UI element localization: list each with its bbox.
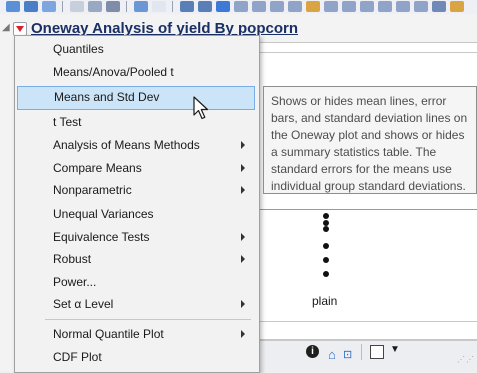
- menu-item-cdf-plot[interactable]: CDF Plot: [15, 346, 259, 369]
- info-icon[interactable]: i: [306, 345, 319, 358]
- toolbar-icon-12[interactable]: [234, 1, 248, 12]
- toolbar-icon-10[interactable]: [198, 1, 212, 12]
- menu-item-label: Analysis of Means Methods: [53, 138, 200, 152]
- menu-item-label: Set α Level: [53, 297, 114, 311]
- mouse-cursor-icon: [193, 96, 209, 120]
- menu-item-quantiles[interactable]: Quantiles: [15, 38, 259, 61]
- red-triangle-context-menu: Quantiles Means/Anova/Pooled t Means and…: [14, 35, 260, 373]
- toolbar-separator: [126, 1, 127, 12]
- toolbar-icon-21[interactable]: [396, 1, 410, 12]
- tooltip: Shows or hides mean lines, error bars, a…: [263, 86, 477, 194]
- checkbox-icon[interactable]: [370, 345, 384, 359]
- data-point: [323, 257, 329, 263]
- menu-item-equivalence-tests[interactable]: Equivalence Tests: [15, 226, 259, 249]
- toolbar-icon-4[interactable]: [70, 1, 84, 12]
- submenu-arrow-icon: [241, 233, 245, 241]
- mean-line: [255, 209, 477, 210]
- toolbar-icon-8[interactable]: [152, 1, 166, 12]
- toolbar-separator: [62, 1, 63, 12]
- toolbar-icon-24[interactable]: [450, 1, 464, 12]
- toolbar-icon-6[interactable]: [106, 1, 120, 12]
- disclosure-triangle-icon[interactable]: ◢: [2, 22, 10, 33]
- menu-item-normal-quantile-plot[interactable]: Normal Quantile Plot: [15, 323, 259, 346]
- menu-item-label: Equivalence Tests: [53, 230, 150, 244]
- menu-item-label: Unequal Variances: [53, 207, 154, 221]
- toolbar-icon-5[interactable]: [88, 1, 102, 12]
- toolbar-icon-19[interactable]: [360, 1, 374, 12]
- menu-item-means-and-std-dev[interactable]: Means and Std Dev: [17, 86, 255, 110]
- data-point: [323, 213, 329, 219]
- toolbar-icon-20[interactable]: [378, 1, 392, 12]
- toolbar-icon-16[interactable]: [306, 1, 320, 12]
- menu-item-label: Compare Means: [53, 161, 142, 175]
- red-triangle-menu-button[interactable]: [13, 22, 27, 36]
- toolbar-icon-1[interactable]: [6, 1, 20, 12]
- menu-item-label: t Test: [53, 115, 82, 129]
- status-caret-icon[interactable]: ▼: [390, 344, 400, 355]
- status-separator: [361, 344, 362, 360]
- toolbar-icon-11[interactable]: [216, 1, 230, 12]
- menu-item-compare-means[interactable]: Compare Means: [15, 157, 259, 180]
- toolbar-icon-23[interactable]: [432, 1, 446, 12]
- menu-item-t-test[interactable]: t Test: [15, 111, 259, 134]
- menu-item-label: Nonparametric: [53, 183, 132, 197]
- toolbar-icon-9[interactable]: [180, 1, 194, 12]
- submenu-arrow-icon: [241, 141, 245, 149]
- toolbar-icon-7[interactable]: [134, 1, 148, 12]
- red-triangle-icon: [16, 26, 24, 32]
- toolbar-icon-18[interactable]: [342, 1, 356, 12]
- data-point: [323, 271, 329, 277]
- toolbar-icon-2[interactable]: [24, 1, 38, 12]
- toolbar-icon-22[interactable]: [414, 1, 428, 12]
- toolbar-icon-15[interactable]: [288, 1, 302, 12]
- data-point: [323, 243, 329, 249]
- submenu-arrow-icon: [241, 255, 245, 263]
- menu-item-means-anova-pooled-t[interactable]: Means/Anova/Pooled t: [15, 61, 259, 84]
- menu-item-label: Robust: [53, 252, 92, 266]
- submenu-arrow-icon: [241, 186, 245, 194]
- menu-separator: [45, 319, 251, 320]
- submenu-arrow-icon: [241, 164, 245, 172]
- menu-item-label: Normal Quantile Plot: [53, 327, 164, 341]
- menu-item-label: Means and Std Dev: [54, 90, 160, 104]
- menu-item-robust[interactable]: Robust: [15, 248, 259, 271]
- home-icon[interactable]: ⌂: [328, 347, 336, 362]
- toolbar-icon-3[interactable]: [42, 1, 56, 12]
- top-toolbar: [0, 0, 477, 15]
- toolbar-separator: [172, 1, 173, 12]
- menu-item-set-alpha-level[interactable]: Set α Level: [15, 293, 259, 316]
- menu-item-label: Quantiles: [53, 42, 104, 56]
- export-icon[interactable]: ⊡: [343, 348, 352, 361]
- menu-item-label: Means/Anova/Pooled t: [53, 65, 174, 79]
- toolbar-icon-17[interactable]: [324, 1, 338, 12]
- status-bar: [255, 340, 477, 372]
- menu-item-label: CDF Plot: [53, 350, 102, 364]
- menu-item-nonparametric[interactable]: Nonparametric: [15, 179, 259, 202]
- submenu-arrow-icon: [241, 300, 245, 308]
- submenu-arrow-icon: [241, 330, 245, 338]
- toolbar-icon-13[interactable]: [252, 1, 266, 12]
- menu-item-power[interactable]: Power...: [15, 271, 259, 294]
- menu-item-unequal-variances[interactable]: Unequal Variances: [15, 203, 259, 226]
- resize-grip-icon[interactable]: ⋰⋰: [457, 355, 475, 364]
- menu-item-analysis-of-means-methods[interactable]: Analysis of Means Methods: [15, 134, 259, 157]
- toolbar-icon-14[interactable]: [270, 1, 284, 12]
- x-axis-category-label: plain: [312, 294, 338, 308]
- menu-item-label: Power...: [53, 275, 97, 289]
- data-point: [323, 226, 329, 232]
